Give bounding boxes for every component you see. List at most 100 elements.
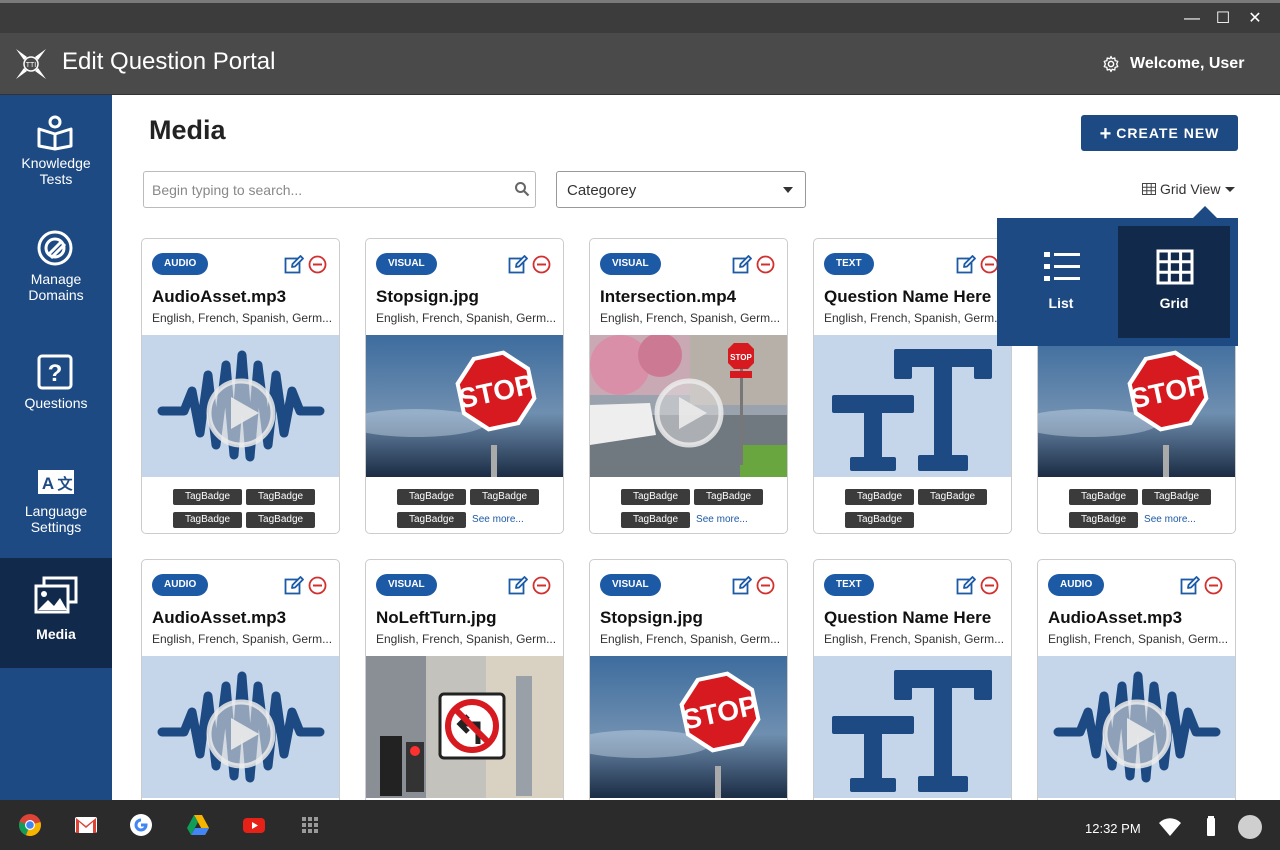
media-thumbnail[interactable]: STOP bbox=[590, 335, 787, 477]
delete-icon[interactable] bbox=[756, 255, 775, 274]
media-type-badge: AUDIO bbox=[152, 253, 209, 275]
view-option-list[interactable]: List bbox=[1005, 226, 1117, 338]
media-thumbnail[interactable]: STOP bbox=[1038, 335, 1235, 477]
edit-icon[interactable] bbox=[1180, 576, 1200, 596]
gmail-icon[interactable] bbox=[74, 813, 98, 837]
view-option-grid[interactable]: Grid bbox=[1118, 226, 1230, 338]
sidebar-item-language-settings[interactable]: A 文 Language Settings bbox=[0, 443, 112, 553]
media-thumbnail[interactable]: STOP bbox=[366, 335, 563, 477]
app-title: Edit Question Portal bbox=[62, 48, 276, 75]
media-card-title[interactable]: Stopsign.jpg bbox=[376, 287, 561, 307]
search-input[interactable] bbox=[152, 180, 502, 200]
close-button[interactable]: ✕ bbox=[1245, 9, 1265, 29]
sidebar-item-manage-domains[interactable]: Manage Domains bbox=[0, 211, 112, 321]
edit-icon[interactable] bbox=[284, 576, 304, 596]
media-thumbnail[interactable] bbox=[814, 335, 1011, 477]
svg-text:文: 文 bbox=[57, 475, 73, 493]
tag-badge[interactable]: TagBadge bbox=[397, 512, 467, 528]
media-card-title[interactable]: Question Name Here bbox=[824, 608, 1009, 628]
wifi-icon[interactable] bbox=[1158, 815, 1182, 839]
tag-badge[interactable]: TagBadge bbox=[1069, 489, 1139, 505]
tag-badge[interactable]: TagBadge bbox=[845, 489, 915, 505]
view-toggle[interactable]: Grid View bbox=[1142, 181, 1236, 197]
media-card-languages: English, French, Spanish, Germ... bbox=[600, 311, 781, 325]
welcome-user-menu[interactable]: Welcome, User bbox=[1130, 55, 1244, 73]
media-card[interactable]: TEXT Question Name Here English, French,… bbox=[813, 238, 1012, 534]
media-thumbnail[interactable] bbox=[814, 656, 1011, 798]
sidebar-item-questions[interactable]: ? Questions bbox=[0, 335, 112, 445]
edit-icon[interactable] bbox=[508, 255, 528, 275]
edit-icon[interactable] bbox=[732, 576, 752, 596]
see-more-link[interactable]: See more... bbox=[696, 514, 748, 525]
delete-icon[interactable] bbox=[532, 255, 551, 274]
see-more-link[interactable]: See more... bbox=[1144, 514, 1196, 525]
edit-icon[interactable] bbox=[508, 576, 528, 596]
create-new-button[interactable]: + CREATE NEW bbox=[1081, 115, 1238, 151]
media-card-title[interactable]: AudioAsset.mp3 bbox=[1048, 608, 1233, 628]
media-thumbnail[interactable] bbox=[366, 656, 563, 798]
tag-badge[interactable]: TagBadge bbox=[1142, 489, 1212, 505]
tag-badge[interactable]: TagBadge bbox=[173, 512, 243, 528]
gear-icon[interactable] bbox=[1102, 55, 1120, 73]
tag-badge[interactable]: TagBadge bbox=[173, 489, 243, 505]
media-thumbnail[interactable] bbox=[1038, 656, 1235, 798]
tag-badge[interactable]: TagBadge bbox=[470, 489, 540, 505]
sidebar-item-media[interactable]: Media bbox=[0, 558, 112, 668]
media-card-title[interactable]: Intersection.mp4 bbox=[600, 287, 785, 307]
page-title: Media bbox=[149, 115, 226, 145]
edit-icon[interactable] bbox=[956, 255, 976, 275]
tag-badge[interactable]: TagBadge bbox=[246, 489, 316, 505]
maximize-button[interactable]: ☐ bbox=[1213, 9, 1233, 29]
create-new-label: CREATE NEW bbox=[1116, 125, 1220, 141]
tag-badge[interactable]: TagBadge bbox=[246, 512, 316, 528]
media-card-title[interactable]: Question Name Here bbox=[824, 287, 1009, 307]
stop-sign-thumbnail: STOP bbox=[366, 335, 563, 477]
tag-badge[interactable]: TagBadge bbox=[845, 512, 915, 528]
delete-icon[interactable] bbox=[756, 576, 775, 595]
media-card[interactable]: AUDIO AudioAsset.mp3 English, French, Sp… bbox=[141, 238, 340, 534]
chrome-icon[interactable] bbox=[18, 813, 42, 837]
battery-icon[interactable] bbox=[1200, 814, 1224, 838]
delete-icon[interactable] bbox=[1204, 576, 1223, 595]
media-thumbnail[interactable] bbox=[142, 656, 339, 798]
media-card[interactable]: VISUAL Intersection.mp4 English, French,… bbox=[589, 238, 788, 534]
system-clock[interactable]: 12:32 PM bbox=[1085, 821, 1141, 836]
delete-icon[interactable] bbox=[980, 576, 999, 595]
delete-icon[interactable] bbox=[308, 255, 327, 274]
svg-text:A: A bbox=[42, 474, 54, 493]
tag-badge[interactable]: TagBadge bbox=[1069, 512, 1139, 528]
delete-icon[interactable] bbox=[308, 576, 327, 595]
tag-badge[interactable]: TagBadge bbox=[918, 489, 988, 505]
media-card-title[interactable]: AudioAsset.mp3 bbox=[152, 608, 337, 628]
sidebar-item-label: Language Settings bbox=[24, 503, 88, 535]
media-card[interactable]: VISUAL Stopsign.jpg English, French, Spa… bbox=[365, 238, 564, 534]
category-select[interactable]: Categorey bbox=[556, 171, 806, 208]
sidebar-item-knowledge-tests[interactable]: Knowledge Tests bbox=[0, 95, 112, 205]
plus-icon: + bbox=[1099, 123, 1113, 145]
media-card-title[interactable]: Stopsign.jpg bbox=[600, 608, 785, 628]
tag-badge[interactable]: TagBadge bbox=[694, 489, 764, 505]
see-more-link[interactable]: See more... bbox=[472, 514, 524, 525]
edit-icon[interactable] bbox=[284, 255, 304, 275]
sidebar-item-label: Media bbox=[36, 626, 76, 642]
youtube-icon[interactable] bbox=[242, 813, 266, 837]
media-card-title[interactable]: AudioAsset.mp3 bbox=[152, 287, 337, 307]
intersection-video-thumbnail: STOP bbox=[590, 335, 787, 477]
grid-icon bbox=[1156, 249, 1194, 285]
tag-badge[interactable]: TagBadge bbox=[621, 489, 691, 505]
media-thumbnail[interactable]: STOP bbox=[590, 656, 787, 798]
tag-badge[interactable]: TagBadge bbox=[621, 512, 691, 528]
search-icon[interactable] bbox=[514, 181, 530, 197]
delete-icon[interactable] bbox=[532, 576, 551, 595]
google-icon[interactable] bbox=[129, 813, 153, 837]
media-card-title[interactable]: NoLeftTurn.jpg bbox=[376, 608, 561, 628]
user-avatar-icon[interactable] bbox=[1238, 815, 1262, 839]
tag-badge[interactable]: TagBadge bbox=[397, 489, 467, 505]
edit-icon[interactable] bbox=[732, 255, 752, 275]
minimize-button[interactable]: — bbox=[1182, 9, 1202, 29]
audio-wave-thumbnail bbox=[142, 335, 339, 477]
edit-icon[interactable] bbox=[956, 576, 976, 596]
drive-icon[interactable] bbox=[186, 813, 210, 837]
launcher-icon[interactable] bbox=[298, 813, 322, 837]
media-thumbnail[interactable] bbox=[142, 335, 339, 477]
